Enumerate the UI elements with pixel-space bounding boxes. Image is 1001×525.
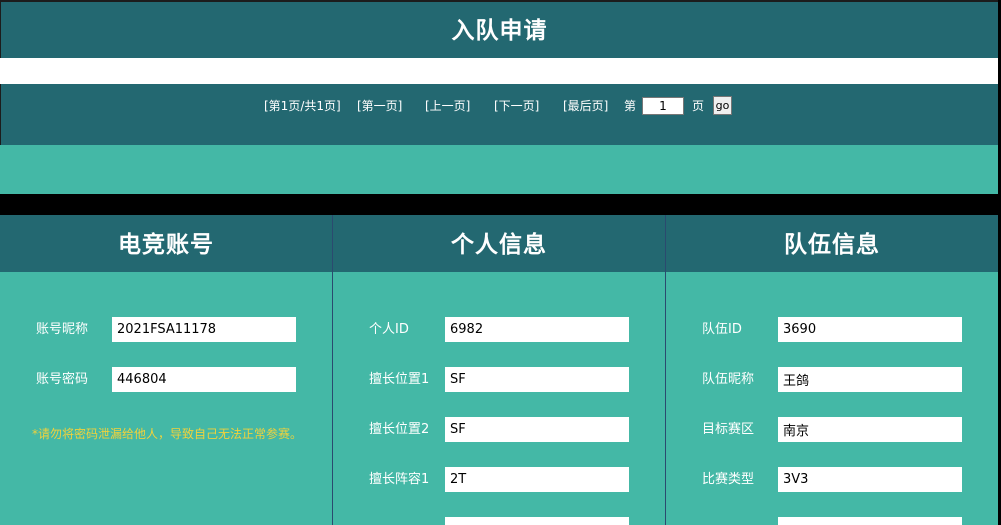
lineup-2-field-partial bbox=[333, 517, 665, 525]
lineup-1-input[interactable] bbox=[445, 467, 629, 492]
position-2-input[interactable] bbox=[445, 417, 629, 442]
position-2-field: 擅长位置2 bbox=[333, 417, 665, 443]
team-panel-header: 队伍信息 bbox=[666, 215, 998, 272]
position-1-input[interactable] bbox=[445, 367, 629, 392]
partial-input[interactable] bbox=[778, 517, 962, 525]
account-panel: 电竞账号 账号昵称 账号密码 *请勿将密码泄漏给他人，导致自己无法正常参赛。 bbox=[0, 215, 332, 525]
account-nickname-input[interactable] bbox=[112, 317, 296, 342]
team-id-label: 队伍ID bbox=[702, 322, 742, 337]
account-nickname-field: 账号昵称 bbox=[0, 317, 332, 343]
team-id-field: 队伍ID bbox=[666, 317, 998, 343]
match-type-label: 比赛类型 bbox=[702, 472, 755, 487]
page-prefix-label: 第 bbox=[624, 99, 637, 113]
page-title: 入队申请 bbox=[451, 18, 548, 44]
target-region-input[interactable] bbox=[778, 417, 962, 442]
personal-panel-header: 个人信息 bbox=[333, 215, 665, 272]
password-warning-text: *请勿将密码泄漏给他人，导致自己无法正常参赛。 bbox=[32, 427, 303, 441]
page-root: 入队申请 [第1页/共1页] [第一页] [上一页] [下一页] [最后页] 第… bbox=[0, 0, 1001, 525]
page-info: [第1页/共1页] bbox=[264, 99, 341, 113]
personal-panel: 个人信息 个人ID 擅长位置1 擅长位置2 擅长阵容1 bbox=[333, 215, 665, 525]
go-button[interactable]: go bbox=[713, 96, 732, 115]
personal-id-field: 个人ID bbox=[333, 317, 665, 343]
prev-page-link[interactable]: [上一页] bbox=[425, 98, 470, 114]
position-1-label: 擅长位置1 bbox=[369, 372, 430, 387]
team-nickname-input[interactable] bbox=[778, 367, 962, 392]
team-nickname-field: 队伍昵称 bbox=[666, 367, 998, 393]
account-password-label: 账号密码 bbox=[36, 372, 89, 387]
team-field-partial bbox=[666, 517, 998, 525]
team-panel-title: 队伍信息 bbox=[784, 232, 880, 258]
last-page-link[interactable]: [最后页] bbox=[563, 98, 608, 114]
position-2-label: 擅长位置2 bbox=[369, 422, 430, 437]
lineup-1-label: 擅长阵容1 bbox=[369, 472, 430, 487]
partial-input[interactable] bbox=[445, 517, 629, 525]
section-gap bbox=[0, 194, 1001, 215]
account-password-field: 账号密码 bbox=[0, 367, 332, 393]
target-region-field: 目标赛区 bbox=[666, 417, 998, 443]
white-strip bbox=[0, 58, 998, 84]
lineup-1-field: 擅长阵容1 bbox=[333, 467, 665, 493]
personal-id-input[interactable] bbox=[445, 317, 629, 342]
teal-band bbox=[0, 145, 998, 194]
next-page-link[interactable]: [下一页] bbox=[494, 98, 539, 114]
account-panel-title: 电竞账号 bbox=[118, 232, 214, 258]
personal-panel-title: 个人信息 bbox=[451, 232, 547, 258]
target-region-label: 目标赛区 bbox=[702, 422, 755, 437]
account-password-input[interactable] bbox=[112, 367, 296, 392]
page-suffix-label: 页 bbox=[692, 99, 705, 113]
position-1-field: 擅长位置1 bbox=[333, 367, 665, 393]
match-type-input[interactable] bbox=[778, 467, 962, 492]
team-panel: 队伍信息 队伍ID 队伍昵称 目标赛区 比赛类型 bbox=[666, 215, 998, 525]
title-bar: 入队申请 bbox=[0, 0, 998, 58]
team-id-input[interactable] bbox=[778, 317, 962, 342]
personal-id-label: 个人ID bbox=[369, 322, 409, 337]
team-nickname-label: 队伍昵称 bbox=[702, 372, 755, 387]
page-number-input[interactable] bbox=[642, 97, 684, 115]
match-type-field: 比赛类型 bbox=[666, 467, 998, 493]
first-page-link[interactable]: [第一页] bbox=[357, 98, 402, 114]
account-panel-header: 电竞账号 bbox=[0, 215, 332, 272]
pagination-bar: [第1页/共1页] [第一页] [上一页] [下一页] [最后页] 第 页 go bbox=[0, 84, 998, 145]
account-nickname-label: 账号昵称 bbox=[36, 322, 89, 337]
